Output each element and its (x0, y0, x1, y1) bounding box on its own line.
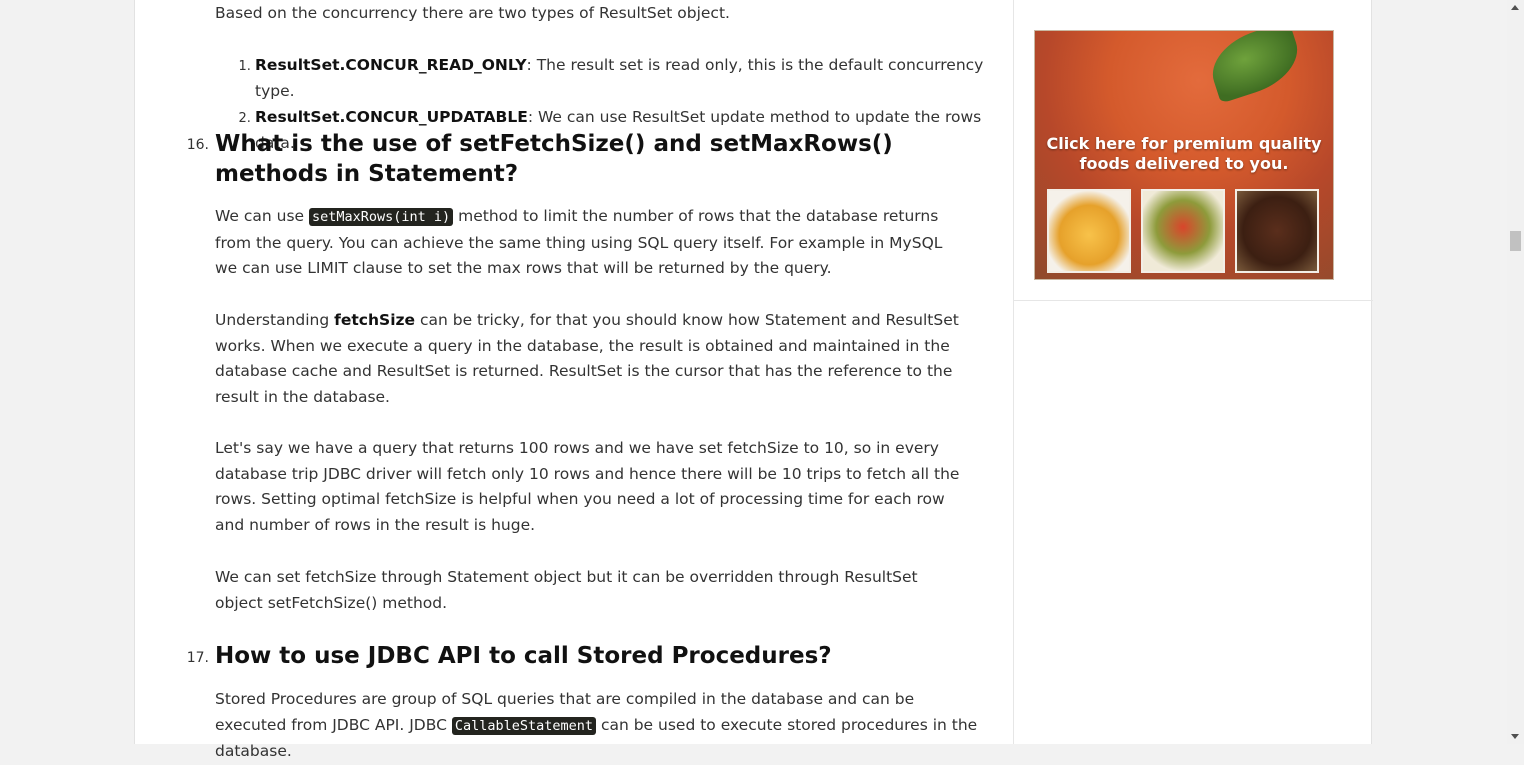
vertical-scrollbar[interactable] (1507, 0, 1524, 744)
q17-paragraph-1: Stored Procedures are group of SQL queri… (215, 690, 978, 761)
scroll-up-arrow-icon[interactable] (1511, 5, 1519, 10)
scrollbar-thumb[interactable] (1510, 231, 1521, 251)
q16-paragraph-1: We can use setMaxRows(int i) method to l… (215, 207, 943, 278)
ad-thumbnails (1047, 189, 1323, 275)
question-number-17: 17. (186, 650, 209, 666)
question-title-17: How to use JDBC API to call Stored Proce… (215, 643, 832, 669)
page-container: Based on the concurrency there are two t… (134, 0, 1373, 760)
scroll-down-arrow-icon[interactable] (1511, 734, 1519, 739)
stir-fry-image (1141, 189, 1225, 273)
beef-stew-image (1235, 189, 1319, 273)
ad-text: Click here for premium quality foods del… (1046, 134, 1322, 173)
question-title-16: What is the use of setFetchSize() and se… (215, 131, 893, 187)
ad-container: Click here for premium quality foods del… (1014, 0, 1373, 301)
q16-paragraph-4: We can set fetchSize through Statement o… (215, 568, 918, 612)
q16-paragraph-3: Let's say we have a query that returns 1… (215, 439, 960, 534)
q16-paragraph-2: Understanding fetchSize can be tricky, f… (215, 311, 959, 406)
basil-leaf-image (1203, 31, 1307, 104)
mac-and-cheese-image (1047, 189, 1131, 273)
food-delivery-ad[interactable]: Click here for premium quality foods del… (1034, 30, 1334, 280)
list-item: ResultSet.CONCUR_READ_ONLY: The result s… (255, 52, 995, 104)
concurrency-intro: Based on the concurrency there are two t… (215, 4, 730, 22)
sidebar: Click here for premium quality foods del… (1013, 0, 1373, 744)
code-callablestatement: CallableStatement (451, 716, 597, 735)
code-setmaxrows: setMaxRows(int i) (309, 208, 454, 226)
question-number-16: 16. (186, 137, 209, 153)
